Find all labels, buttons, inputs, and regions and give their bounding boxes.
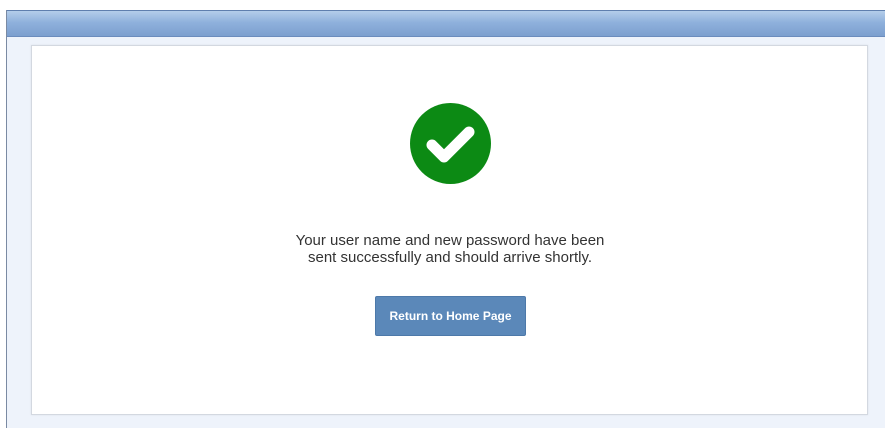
confirmation-panel: Your user name and new password have bee… [31, 45, 868, 415]
window-frame: Your user name and new password have bee… [6, 10, 885, 428]
return-home-button[interactable]: Return to Home Page [375, 296, 526, 336]
header-bar [7, 10, 885, 37]
checkmark-icon [426, 126, 475, 163]
checkmark-circle-icon [410, 103, 491, 184]
success-message: Your user name and new password have bee… [295, 232, 605, 266]
